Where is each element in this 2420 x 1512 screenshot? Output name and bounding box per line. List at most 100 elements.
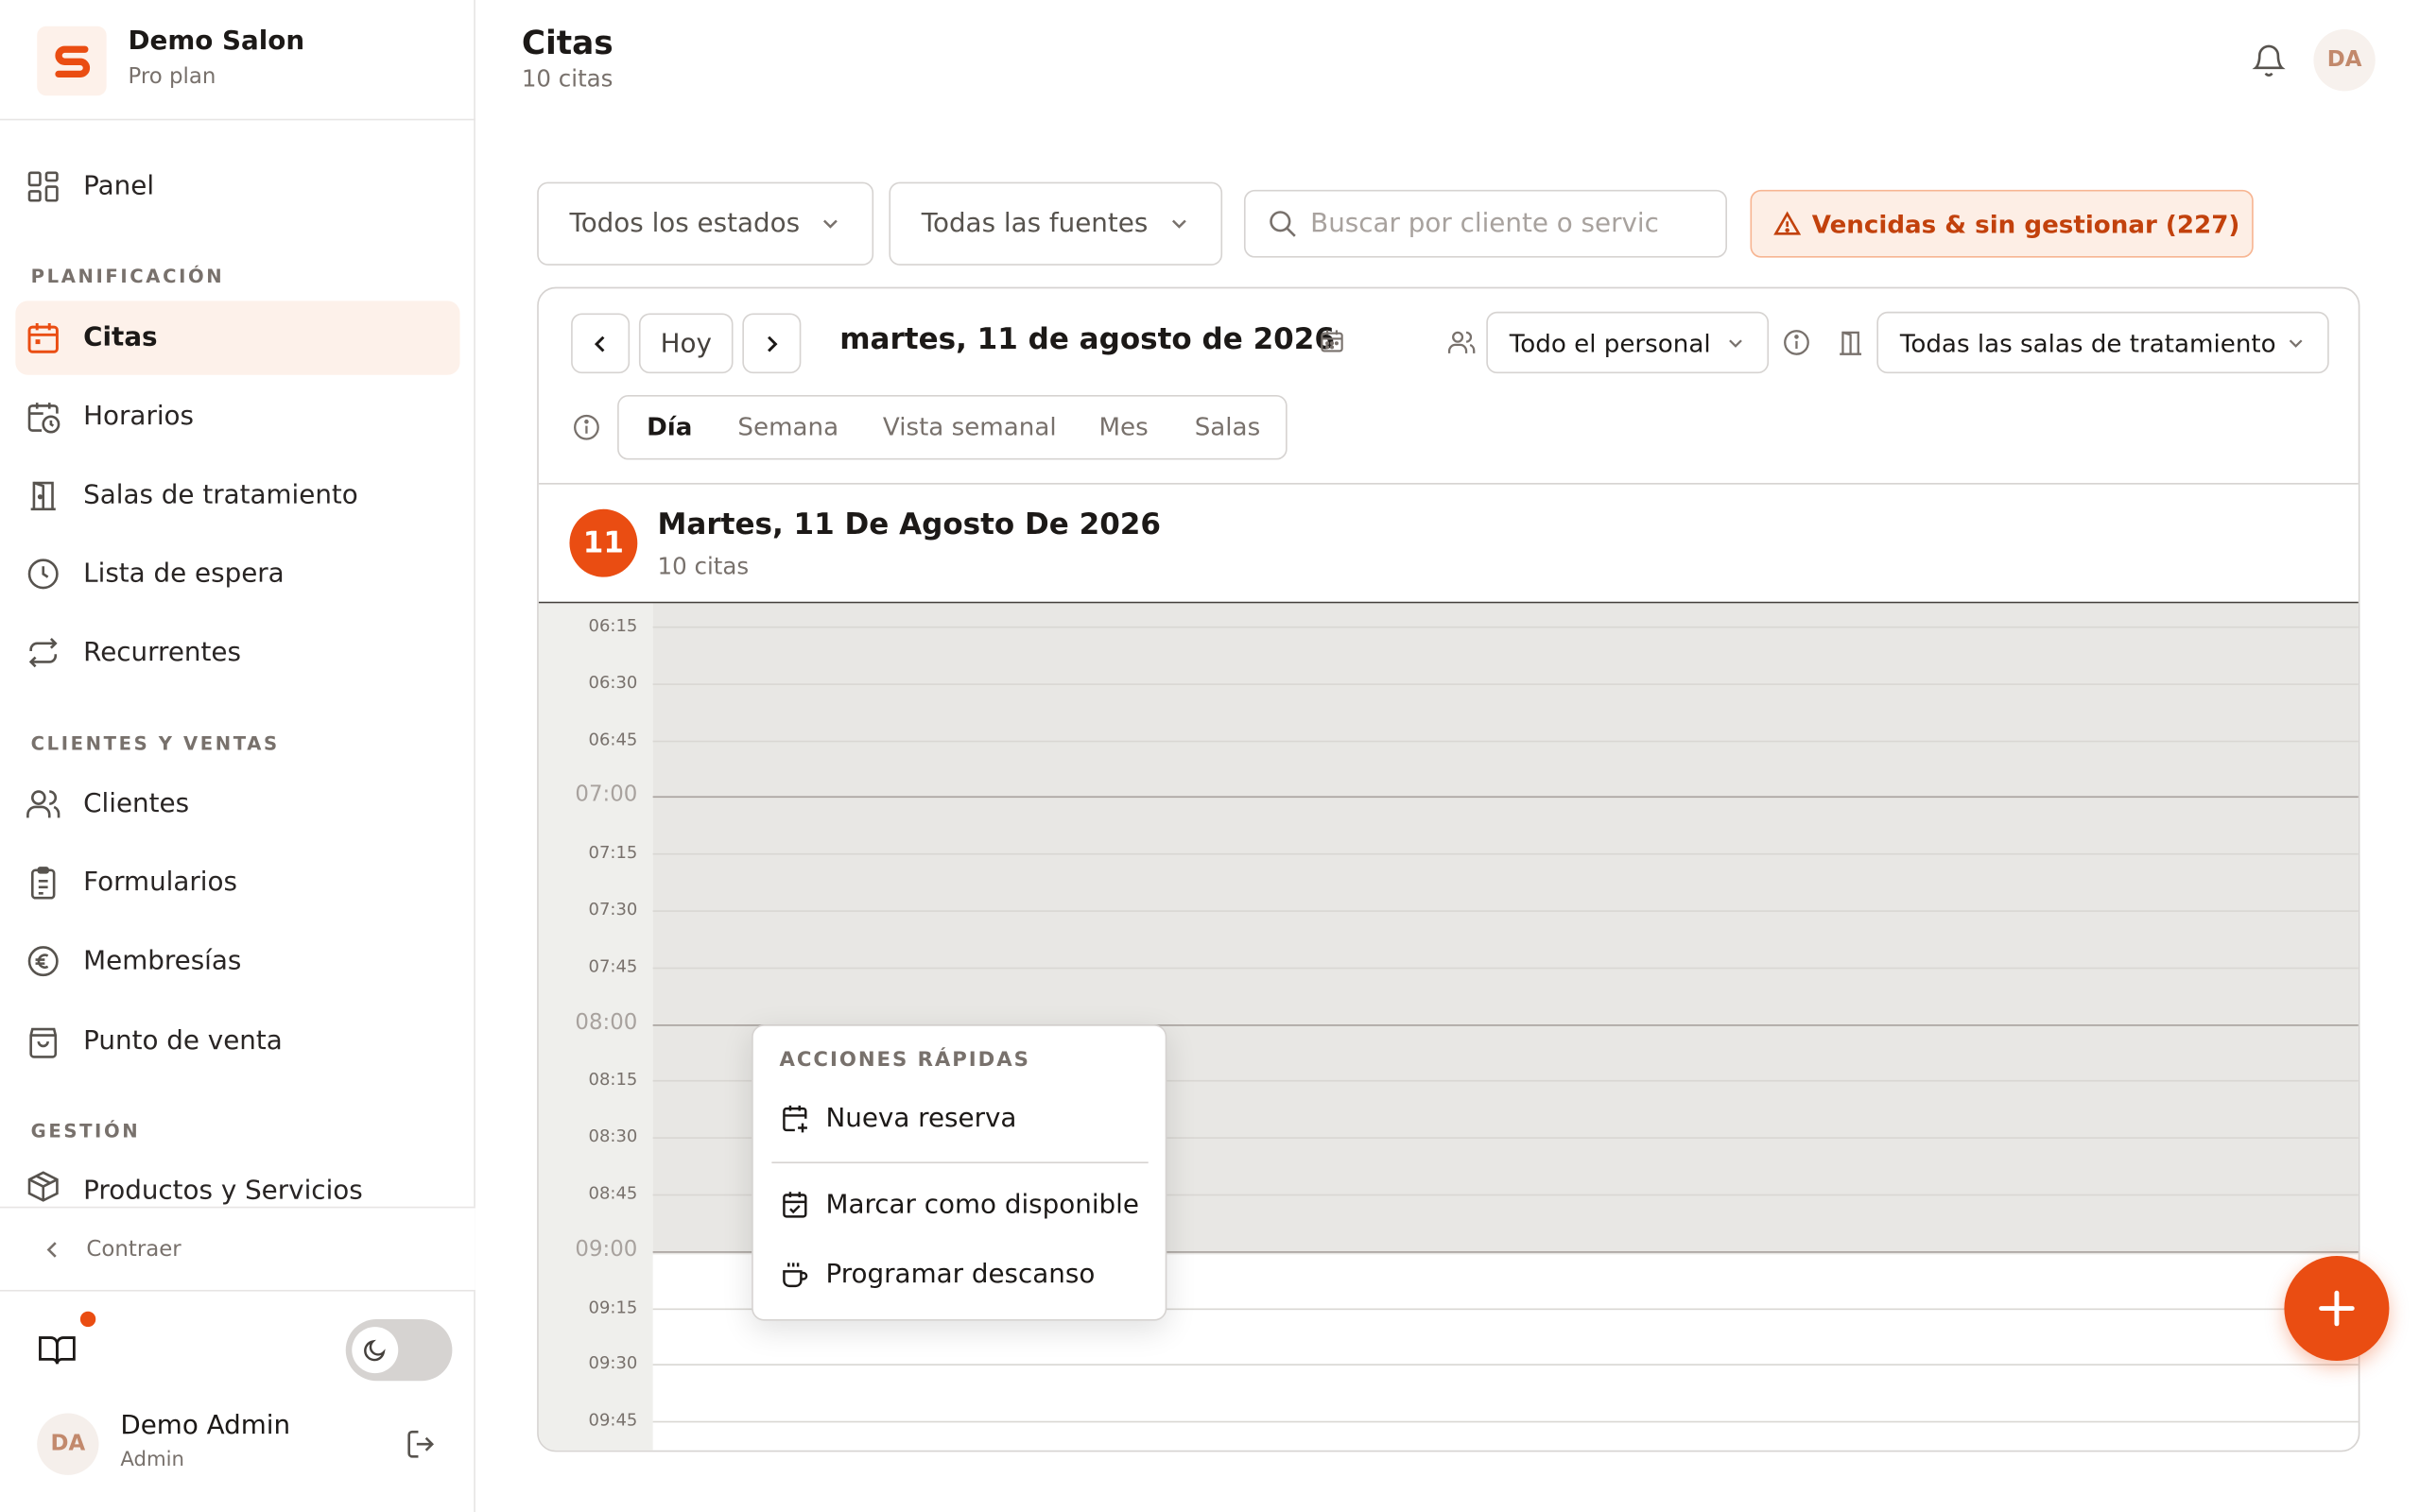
rooms-select-value: Todas las salas de tratamiento	[1899, 327, 2276, 357]
time-slot-label: 08:00	[575, 1009, 638, 1035]
status-filter-select[interactable]: Todos los estados	[537, 181, 874, 266]
sidebar-item-label: Formularios	[83, 867, 237, 899]
overdue-filter-button[interactable]: Vencidas & sin gestionar (227)	[1750, 189, 2254, 258]
notification-dot	[79, 1311, 96, 1328]
collapse-sidebar-button[interactable]: Contraer	[0, 1206, 475, 1292]
time-slot-label: 08:30	[588, 1126, 638, 1147]
mark-available-menu-item[interactable]: Marcar como disponible	[780, 1183, 1139, 1227]
brand-name: Demo Salon	[128, 26, 305, 58]
sidebar-item-membresias[interactable]: Membresías	[15, 924, 459, 998]
staff-select[interactable]: Todo el personal	[1486, 311, 1770, 374]
quick-actions-label: ACCIONES RÁPIDAS	[779, 1049, 1030, 1073]
tab-semana[interactable]: Semana	[737, 412, 838, 441]
time-slot-label: 07:15	[588, 842, 638, 863]
repeat-icon	[23, 632, 62, 672]
chevron-down-icon	[2286, 334, 2306, 353]
bell-icon[interactable]	[2250, 42, 2287, 78]
sidebar-item-formularios[interactable]: Formularios	[15, 846, 459, 919]
tab-vista-semanal[interactable]: Vista semanal	[883, 412, 1057, 441]
next-day-button[interactable]	[742, 313, 802, 374]
sidebar-item-productos[interactable]: Productos y Servicios	[15, 1154, 459, 1207]
source-filter-select[interactable]: Todas las fuentes	[889, 181, 1223, 266]
today-button[interactable]: Hoy	[638, 313, 734, 374]
shopping-bag-icon	[23, 1022, 62, 1061]
sidebar-item-pos[interactable]: Punto de venta	[15, 1005, 459, 1078]
book-open-icon[interactable]	[37, 1330, 77, 1369]
day-appointment-count: 10 citas	[657, 552, 750, 580]
door-icon	[23, 475, 62, 515]
avatar[interactable]: DA	[2313, 29, 2376, 92]
time-slot-line	[652, 682, 2359, 685]
new-booking-menu-item[interactable]: Nueva reserva	[780, 1097, 1016, 1141]
clipboard-icon	[23, 863, 62, 902]
sidebar-item-horarios[interactable]: Horarios	[15, 380, 459, 454]
time-slot-label: 07:00	[575, 782, 638, 808]
package-icon	[23, 1166, 62, 1206]
sidebar-item-label: Lista de espera	[83, 558, 285, 590]
schedule-break-menu-item[interactable]: Programar descanso	[780, 1253, 1096, 1297]
time-slot-label: 07:30	[588, 899, 638, 920]
time-slot-line	[652, 740, 2359, 742]
search-box[interactable]	[1243, 189, 1727, 258]
chevron-down-icon	[1725, 334, 1745, 353]
sidebar-item-label: Salas de tratamiento	[83, 479, 358, 511]
tab-mes[interactable]: Mes	[1098, 412, 1148, 441]
logout-icon[interactable]	[405, 1427, 439, 1461]
euro-badge-icon	[23, 941, 62, 981]
brand-plan: Pro plan	[128, 64, 216, 90]
sidebar-item-citas[interactable]: Citas	[15, 301, 460, 375]
add-appointment-button[interactable]	[2284, 1256, 2390, 1362]
app-root: Demo Salon Pro plan Panel PLANIFICACIÓN …	[0, 0, 2420, 1512]
page-title: Citas	[521, 25, 614, 62]
current-date-title[interactable]: martes, 11 de agosto de 2026	[839, 322, 1335, 356]
sidebar-item-panel[interactable]: Panel	[15, 149, 459, 223]
time-slot-line	[652, 967, 2359, 970]
sidebar-item-recurrentes[interactable]: Recurrentes	[15, 615, 459, 689]
overdue-label: Vencidas & sin gestionar (227)	[1811, 209, 2240, 239]
time-slot-label: 09:15	[588, 1297, 638, 1317]
sidebar-item-label: Membresías	[83, 945, 242, 977]
time-slot-line	[652, 910, 2359, 912]
users-icon	[1447, 329, 1476, 356]
brand-logo	[37, 26, 107, 96]
calendar-check-icon	[780, 1190, 811, 1221]
sidebar-item-label: Clientes	[83, 788, 190, 819]
page-subtitle: 10 citas	[521, 64, 614, 93]
time-slot-line	[652, 853, 2359, 855]
chevron-right-icon	[761, 333, 783, 354]
day-header: 11 Martes, 11 De Agosto De 2026 10 citas	[538, 483, 2359, 604]
calendar-plus-icon	[780, 1103, 811, 1134]
status-filter-value: Todos los estados	[569, 208, 801, 240]
time-slot-line	[652, 1421, 2359, 1423]
search-input[interactable]	[1310, 208, 1658, 240]
quick-actions-menu: ACCIONES RÁPIDAS Nueva reserva Marcar co…	[752, 1024, 1167, 1321]
day-number-badge: 11	[569, 508, 638, 577]
sidebar-item-salas[interactable]: Salas de tratamiento	[15, 458, 459, 532]
chevron-down-icon	[1168, 213, 1190, 234]
sidebar-item-clientes[interactable]: Clientes	[15, 766, 459, 840]
avatar[interactable]: DA	[37, 1413, 99, 1475]
info-icon[interactable]	[573, 414, 600, 441]
info-icon[interactable]	[1783, 329, 1810, 356]
prev-day-button[interactable]	[571, 313, 631, 374]
sidebar-item-espera[interactable]: Lista de espera	[15, 537, 459, 610]
brand-header[interactable]: Demo Salon Pro plan	[0, 0, 475, 121]
search-icon	[1267, 208, 1298, 239]
calendar-clock-icon	[23, 397, 62, 437]
tab-dia[interactable]: Día	[647, 412, 692, 441]
time-slot-label: 06:45	[588, 729, 638, 749]
dark-mode-toggle[interactable]	[345, 1318, 453, 1382]
calendar-icon	[23, 318, 62, 357]
schedule-break-label: Programar descanso	[825, 1259, 1096, 1290]
user-name: Demo Admin	[120, 1410, 291, 1441]
sidebar-item-label: Recurrentes	[83, 637, 241, 668]
sidebar-item-label: Horarios	[83, 401, 195, 433]
time-slot-label: 06:30	[588, 672, 638, 693]
section-management: GESTIÓN	[30, 1120, 141, 1143]
tab-salas[interactable]: Salas	[1195, 412, 1260, 441]
sidebar-item-label: Citas	[83, 322, 158, 353]
rooms-select[interactable]: Todas las salas de tratamiento	[1876, 311, 2329, 374]
day-title: Martes, 11 De Agosto De 2026	[657, 507, 1161, 542]
sidebar-item-label: Productos y Servicios	[83, 1176, 363, 1207]
calendar-small-icon[interactable]	[1320, 329, 1344, 353]
